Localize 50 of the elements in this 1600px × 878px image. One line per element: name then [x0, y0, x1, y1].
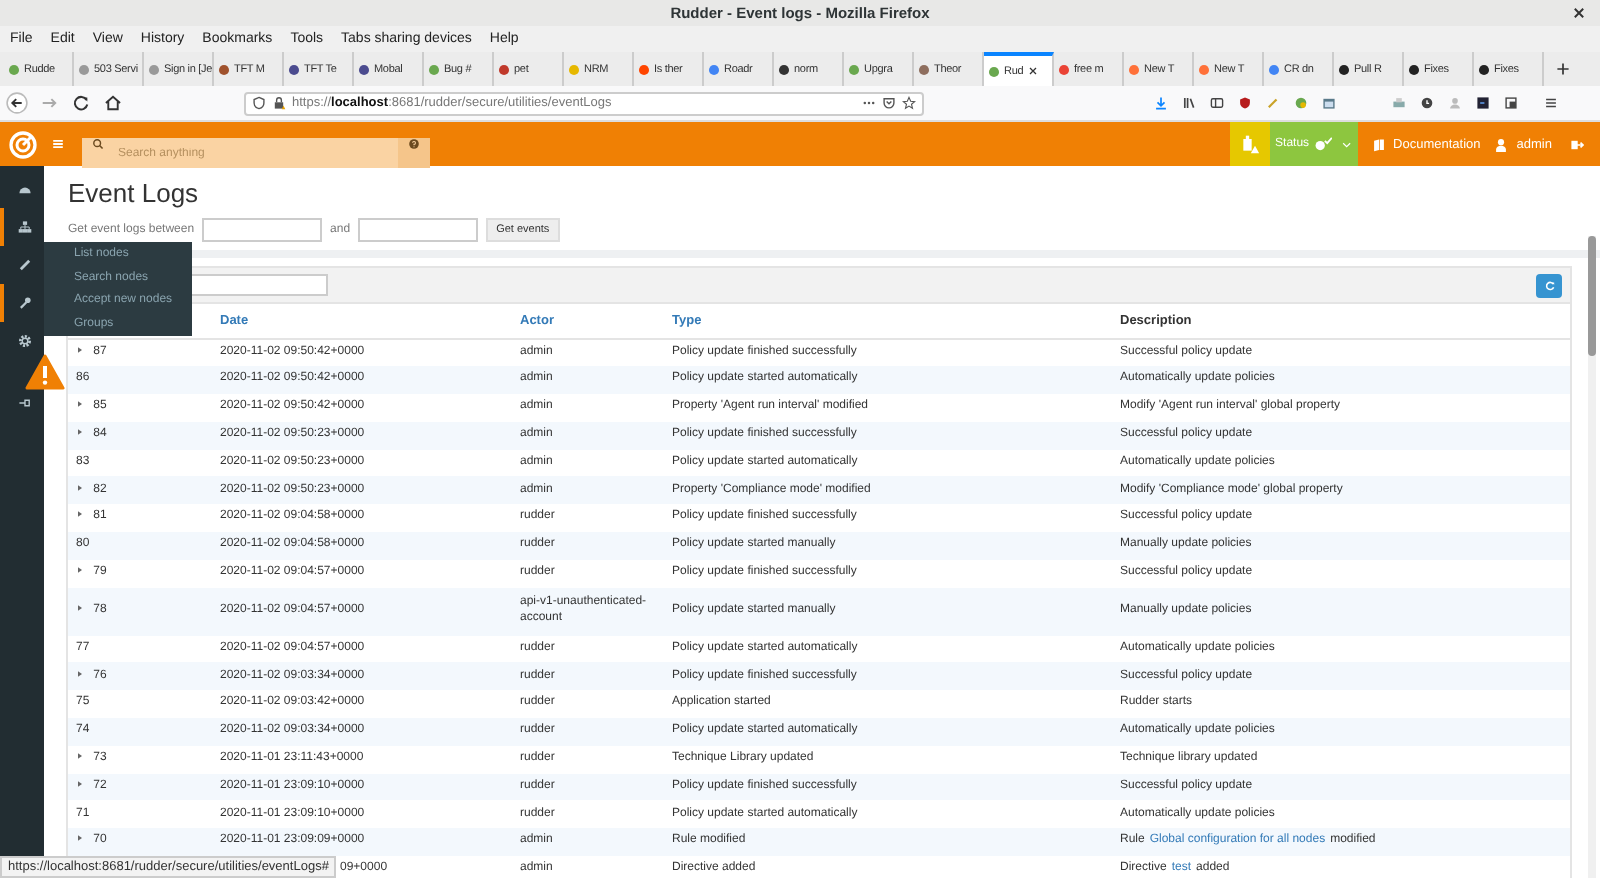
reload-icon[interactable]	[70, 92, 92, 114]
help-icon[interactable]	[408, 138, 420, 150]
expand-icon[interactable]	[76, 345, 84, 354]
table-search-field[interactable]	[188, 274, 328, 296]
alert-button[interactable]	[1229, 122, 1270, 166]
expand-icon[interactable]	[76, 510, 84, 519]
building-warning-icon	[1239, 134, 1260, 154]
expand-icon[interactable]	[76, 483, 84, 492]
expand-icon[interactable]	[76, 834, 84, 843]
clock-icon[interactable]	[1420, 96, 1434, 110]
pencil-icon	[17, 258, 31, 272]
window-icon[interactable]	[1504, 96, 1518, 110]
expand-icon[interactable]	[76, 752, 84, 760]
expand-icon[interactable]	[76, 566, 84, 575]
logout-icon[interactable]	[1570, 137, 1584, 151]
plug-icon	[17, 396, 31, 410]
warning-icon	[24, 354, 66, 390]
library-icon[interactable]	[1182, 96, 1196, 110]
expand-icon[interactable]	[76, 603, 84, 612]
download-icon[interactable]	[1154, 96, 1168, 110]
settings-icon	[17, 334, 31, 348]
home-icon[interactable]	[102, 92, 124, 114]
close-tab-icon[interactable]	[1027, 66, 1038, 76]
lock-warning-icon	[272, 96, 286, 110]
expand-icon[interactable]	[76, 669, 84, 678]
wrench-icon	[17, 296, 31, 310]
sidebar-icon[interactable]	[1210, 96, 1224, 110]
star-icon[interactable]	[902, 96, 916, 110]
expand-icon[interactable]	[76, 400, 84, 409]
back-icon[interactable]	[6, 92, 28, 114]
refresh-icon	[1543, 279, 1555, 291]
check-icon	[1313, 136, 1332, 152]
sitemap-icon	[17, 220, 31, 234]
end-date-field[interactable]	[358, 218, 479, 242]
page-title: Event Logs	[68, 178, 201, 208]
start-date-field[interactable]	[202, 218, 323, 242]
pocket-icon[interactable]	[882, 96, 896, 110]
expand-icon[interactable]	[76, 779, 84, 788]
more-icon[interactable]	[862, 96, 876, 110]
shield-icon[interactable]	[1238, 96, 1252, 110]
refresh-button[interactable]	[1536, 273, 1562, 297]
shield-icon	[252, 96, 266, 110]
menu-icon[interactable]	[1544, 96, 1558, 110]
expand-icon[interactable]	[76, 428, 84, 437]
book-icon	[1371, 137, 1386, 151]
user-icon	[1494, 137, 1509, 151]
search-icon	[92, 138, 104, 150]
caret-icon	[1341, 139, 1352, 149]
close-icon[interactable]	[1572, 6, 1586, 20]
new-tab-icon[interactable]	[1556, 62, 1570, 76]
